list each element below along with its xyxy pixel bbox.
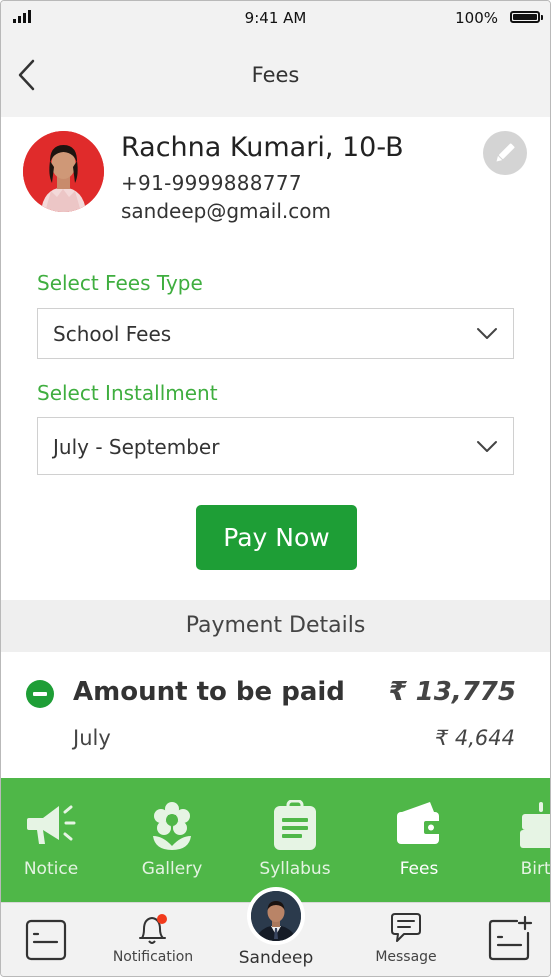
feature-label: Notice [23,859,79,879]
fees-type-select[interactable]: School Fees [37,308,514,359]
payment-details-header: Payment Details [1,600,550,652]
installment-value: July - September [53,435,220,459]
feature-label: Gallery [141,859,203,879]
student-phone: +91-9999888777 [121,171,302,195]
collapse-icon[interactable] [26,680,54,708]
installment-month-value: ₹ 4,644 [434,726,515,750]
feature-label: Birth [520,859,550,879]
fees-type-label: Select Fees Type [37,271,203,295]
feature-birthday[interactable]: Birth [491,778,550,902]
student-avatar [23,131,104,212]
bell-icon [139,914,167,944]
message-icon [391,913,421,942]
add-card-icon [488,915,533,961]
profile-avatar[interactable] [249,889,303,943]
status-bar: 9:41 AM 100% [1,1,550,35]
page-title: Fees [251,63,300,87]
pay-now-button[interactable]: Pay Now [196,505,357,570]
feature-label: Syllabus [259,859,331,879]
feature-syllabus[interactable]: Syllabus [245,778,345,902]
feature-bar: Notice Gallery Syllabus Fees Birt [1,778,550,902]
feature-notice[interactable]: Notice [1,778,101,902]
app-screen: 9:41 AM 100% Fees Rachna Kumari, 10-B +9… [0,0,551,977]
tab-message[interactable]: Message [361,903,451,976]
student-email: sandeep@gmail.com [121,199,331,223]
amount-label: Amount to be paid [73,677,345,707]
feature-label: Fees [399,859,439,879]
user-photo [251,891,301,941]
list-card-icon [25,919,67,961]
edit-profile-button[interactable] [483,131,527,175]
pencil-icon [496,143,515,162]
battery-percent: 100% [455,9,498,27]
cake-icon [520,802,550,848]
chevron-down-icon [477,328,497,339]
wallet-icon [397,802,441,844]
installment-select[interactable]: July - September [37,417,514,475]
installment-month-label: July [73,726,111,750]
tab-label: Notification [112,949,194,965]
nav-bar: Fees [1,35,550,117]
student-name: Rachna Kumari, 10-B [121,132,404,163]
flower-icon [153,802,191,850]
amount-value: ₹ 13,775 [388,677,516,707]
tab-add[interactable] [483,903,535,976]
tab-label: Message [375,949,437,965]
battery-icon [510,11,543,23]
feature-fees[interactable]: Fees [369,778,469,902]
tab-home[interactable] [21,903,71,976]
chevron-down-icon [477,441,497,452]
bottom-tab-bar: Notification Sandeep Message [1,889,550,976]
megaphone-icon [27,805,76,844]
document-icon [274,800,316,850]
fees-type-value: School Fees [53,322,172,346]
feature-gallery[interactable]: Gallery [122,778,222,902]
tab-notification[interactable]: Notification [105,903,201,976]
profile-name[interactable]: Sandeep [221,948,331,968]
installment-label: Select Installment [37,381,218,405]
